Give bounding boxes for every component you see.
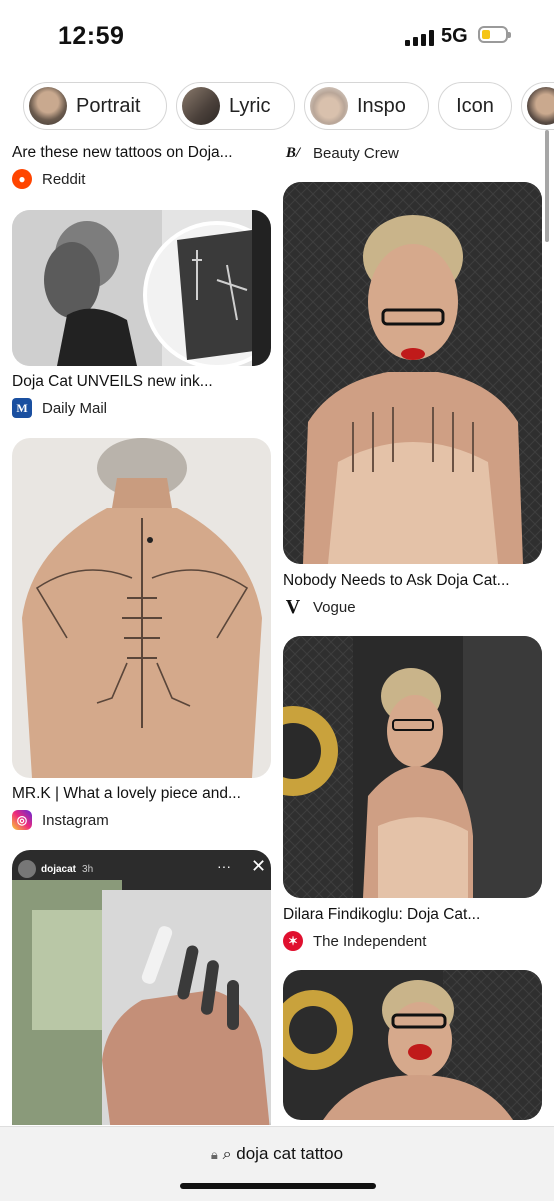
chip-thumbnail	[527, 87, 554, 125]
home-indicator[interactable]	[180, 1183, 376, 1189]
chip-label: Inspo	[357, 94, 406, 117]
chip-inspo[interactable]: Inspo	[304, 82, 429, 130]
chip-label: Icon	[456, 94, 494, 117]
result-source[interactable]: ● Reddit	[12, 169, 85, 189]
result-image[interactable]	[12, 210, 271, 366]
result-source[interactable]: M Daily Mail	[12, 398, 107, 418]
result-image[interactable]	[283, 182, 542, 564]
result-title[interactable]: Dilara Findikoglu: Doja Cat...	[283, 906, 480, 924]
result-source[interactable]: ✶ The Independent	[283, 931, 426, 951]
source-label: Reddit	[42, 170, 86, 188]
status-bar: 12:59 5G	[0, 0, 554, 72]
chip-thumbnail	[310, 87, 348, 125]
lock-icon: 🔒︎	[210, 1147, 218, 1162]
back-tattoo-photo	[12, 438, 271, 778]
chip-thumbnail	[182, 87, 220, 125]
story-time: 3h	[82, 863, 94, 875]
result-title[interactable]: Are these new tattoos on Doja...	[12, 144, 233, 162]
battery-icon	[478, 26, 511, 43]
source-label: Daily Mail	[42, 399, 108, 417]
beauty-crew-icon: B/	[283, 143, 303, 163]
scrollbar[interactable]	[545, 130, 549, 242]
tattoo-photo	[12, 210, 271, 366]
result-title[interactable]: Nobody Needs to Ask Doja Cat...	[283, 572, 510, 590]
chip-portrait[interactable]: Portrait	[23, 82, 167, 130]
chip-thumbnail	[29, 87, 67, 125]
instagram-icon: ◎	[12, 810, 32, 830]
story-photo	[12, 850, 271, 1125]
chip-more[interactable]	[521, 82, 554, 130]
chip-label: Portrait	[76, 94, 141, 117]
source-label: Beauty Crew	[313, 144, 399, 162]
close-icon[interactable]: ✕	[251, 856, 266, 877]
related-search-chips: Portrait Lyric Inspo Icon	[0, 78, 554, 136]
url-text: doja cat tattoo	[236, 1144, 344, 1163]
result-title[interactable]: MR.K | What a lovely piece and...	[12, 785, 241, 803]
result-image[interactable]	[283, 636, 542, 898]
image-results-feed: Are these new tattoos on Doja... ● Reddi…	[0, 140, 554, 1125]
network-label: 5G	[441, 25, 468, 47]
browser-address-bar[interactable]: 🔒︎ ⌕ doja cat tattoo	[0, 1126, 554, 1201]
daily-mail-icon: M	[12, 398, 32, 418]
search-icon: ⌕	[222, 1146, 232, 1163]
source-label: The Independent	[313, 932, 427, 950]
result-image[interactable]	[283, 970, 542, 1120]
story-header: dojacat 3h	[18, 860, 93, 878]
red-carpet-photo	[283, 970, 542, 1120]
result-source[interactable]: B/ Beauty Crew	[283, 143, 399, 163]
result-source[interactable]: ◎ Instagram	[12, 810, 109, 830]
independent-icon: ✶	[283, 931, 303, 951]
story-username: dojacat	[41, 863, 77, 875]
result-image[interactable]	[12, 438, 271, 778]
red-carpet-photo	[283, 182, 542, 564]
more-icon[interactable]: ···	[217, 858, 231, 874]
reddit-icon: ●	[12, 169, 32, 189]
chip-label: Lyric	[229, 94, 271, 117]
result-source[interactable]: V Vogue	[283, 596, 356, 618]
result-image[interactable]: dojacat 3h ··· ✕	[12, 850, 271, 1125]
signal-icon	[405, 30, 435, 46]
clock: 12:59	[58, 22, 125, 50]
source-label: Vogue	[313, 598, 356, 616]
chip-icon[interactable]: Icon	[438, 82, 512, 130]
address-field[interactable]: 🔒︎ ⌕ doja cat tattoo	[0, 1144, 554, 1164]
source-label: Instagram	[42, 811, 109, 829]
result-title[interactable]: Doja Cat UNVEILS new ink...	[12, 373, 213, 391]
vogue-icon: V	[283, 596, 303, 618]
story-avatar	[18, 860, 36, 878]
chip-lyric[interactable]: Lyric	[176, 82, 295, 130]
red-carpet-photo	[283, 636, 542, 898]
